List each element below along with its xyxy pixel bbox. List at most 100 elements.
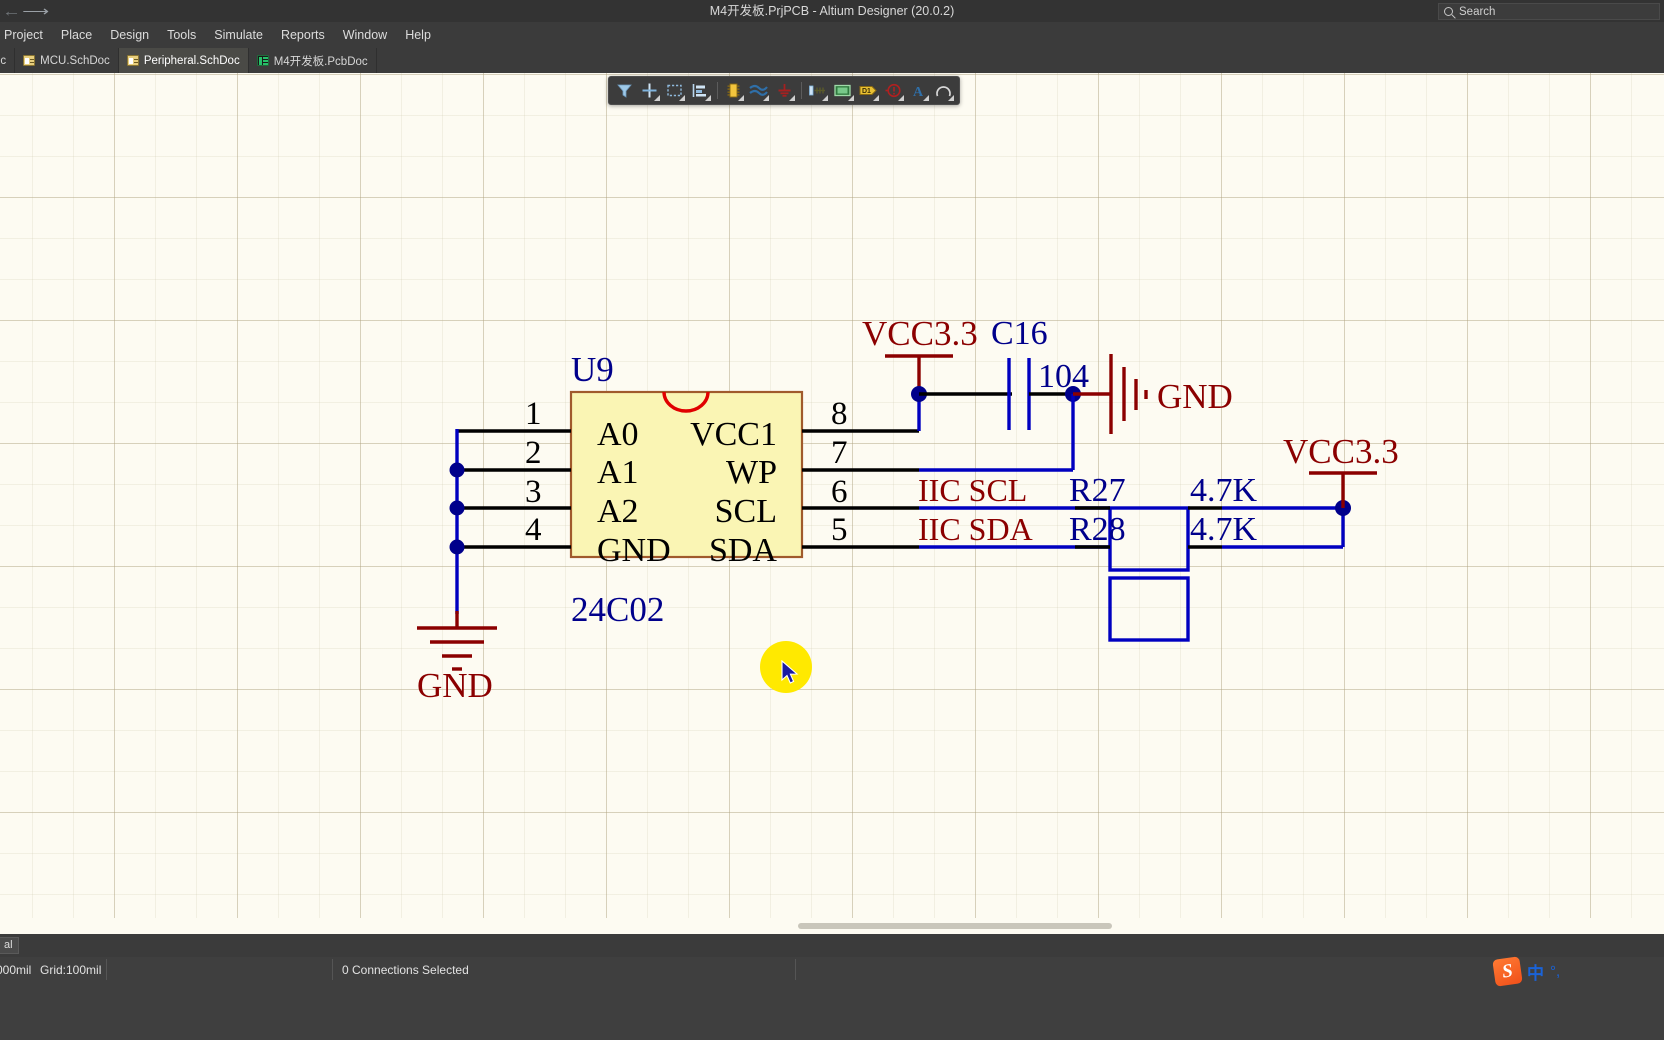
menu-item-reports[interactable]: Reports [272,25,334,45]
toolbar-separator [797,78,806,103]
vcc33-left-label[interactable]: VCC3.3 [862,314,978,353]
junction-dot [449,539,465,555]
u9-pin-number-1: 1 [525,396,542,432]
document-tab-label: Peripheral.SchDoc [143,54,240,67]
area-select-tool-button[interactable] [662,78,687,103]
u9-comment[interactable]: 24C02 [571,590,664,629]
menu-item-project[interactable]: Project [0,25,52,45]
u9-pin-name-vcc1: VCC1 [690,416,777,453]
place-bus-tool-button[interactable] [746,78,771,103]
r27-designator[interactable]: R27 [1069,472,1126,509]
place-gnd-tool-button[interactable] [771,78,796,103]
sheet-symbol-icon [834,84,852,97]
junction-dot [449,500,465,516]
place-wire-tool-button[interactable] [637,78,662,103]
no-erc-tool-button[interactable] [881,78,906,103]
u9-pin-name-a0: A0 [597,416,639,453]
filter-tool-button[interactable] [612,78,637,103]
place-text-tool-button[interactable]: A [906,78,931,103]
title-bar-nav: ← ⟶ [0,0,60,22]
ime-language[interactable]: 中 [1527,959,1544,984]
u9-pin-name-a1: A1 [597,454,639,491]
pcb-doc-icon [256,55,269,66]
ime-punctuation-mode[interactable]: °, [1550,963,1560,980]
u9-pin-number-4: 4 [525,512,542,548]
menu-label: Design [110,28,150,42]
schematic-canvas[interactable]: .wb { stroke:#000; stroke-width:3.4; str… [0,73,1664,918]
u9-pin-name-sda: SDA [709,532,777,569]
window-title: M4开发板.PrjPCB - Altium Designer (20.0.2) [709,4,955,18]
net-label-iic-sda[interactable]: IIC SDA [918,511,1033,547]
search-icon [1444,7,1453,16]
status-divider [795,959,796,980]
u9-pin-number-8: 8 [831,396,848,432]
document-tab-label: oc [0,54,7,67]
menu-label: Simulate [214,28,263,42]
forward-arrow-icon[interactable]: ⟶ [22,4,49,19]
u9-pin-number-7: 7 [831,435,848,471]
schematic-floating-toolbar: D1 A [608,76,960,105]
menu-item-help[interactable]: Help [396,25,440,45]
funnel-icon [617,84,632,98]
document-tab-pcbdoc[interactable]: M4开发板.PcbDoc [249,48,377,73]
menu-bar: Project Place Design Tools Simulate Repo… [0,22,1664,48]
document-tab-mcu-schdoc[interactable]: MCU.SchDoc [15,48,119,73]
svg-text:A: A [913,85,924,99]
search-input[interactable]: Search [1438,3,1660,20]
c16-value[interactable]: 104 [1038,358,1089,395]
ime-indicator[interactable]: S 中 °, [1492,955,1560,987]
u9-pin-number-5: 5 [831,512,848,548]
horizontal-scrollbar-thumb[interactable] [798,923,1112,929]
u9-designator[interactable]: U9 [571,350,614,389]
r28-value[interactable]: 4.7K [1190,511,1258,548]
r28-body[interactable] [1108,576,1190,642]
menu-item-design[interactable]: Design [101,25,158,45]
panel-bar: al [0,934,1664,957]
cross-wire-icon [642,83,657,98]
status-coordinate: 000mil [0,963,32,977]
panel-tab-clipped[interactable]: al [0,937,19,954]
menu-label: Project [4,28,43,42]
status-divider [106,959,107,980]
sogou-logo-icon[interactable]: S [1492,955,1523,987]
u9-pin-name-scl: SCL [715,493,777,530]
r28-designator[interactable]: R28 [1069,511,1126,548]
place-arc-tool-button[interactable] [931,78,956,103]
junction-dot [449,462,465,478]
align-tool-button[interactable] [687,78,712,103]
menu-label: Place [60,28,93,42]
r27-value[interactable]: 4.7K [1190,472,1258,509]
menu-item-tools[interactable]: Tools [158,25,205,45]
u9-pin-number-2: 2 [525,435,542,471]
menu-label: Reports [280,28,325,42]
menu-label: Help [405,28,431,42]
u9-pin-number-3: 3 [525,474,542,510]
align-left-icon [693,84,707,97]
title-bar: ← ⟶ M4开发板.PrjPCB - Altium Designer (20.0… [0,0,1664,22]
menu-item-place[interactable]: Place [52,25,101,45]
menu-item-simulate[interactable]: Simulate [205,25,272,45]
place-sheet-symbol-tool-button[interactable] [830,78,855,103]
u9-pin-number-6: 6 [831,474,848,510]
menu-label: Window [342,28,388,42]
status-bar: 000mil Grid:100mil 0 Connections Selecte… [0,957,1664,1040]
place-net-label-tool-button[interactable]: D1 [856,78,881,103]
u9-pin-name-wp: WP [726,454,777,491]
gnd-cap-label[interactable]: GND [1157,377,1233,416]
vcc33-right-label[interactable]: VCC3.3 [1283,432,1399,471]
place-part-tool-button[interactable] [721,78,746,103]
no-erc-icon [885,83,901,98]
gnd-bottom-label[interactable]: GND [417,666,493,705]
back-arrow-icon[interactable]: ← [2,4,21,19]
net-label-iic-scl[interactable]: IIC SCL [918,472,1027,508]
document-tab-clipped[interactable]: oc [0,48,16,73]
c16-designator[interactable]: C16 [991,315,1048,352]
document-tab-label: MCU.SchDoc [40,54,110,67]
document-tab-peripheral-schdoc[interactable]: Peripheral.SchDoc [118,48,249,73]
bus-lines-icon [749,84,769,96]
schematic-drawing: .wb { stroke:#000; stroke-width:3.4; str… [417,314,1399,705]
u9-pin-name-a2: A2 [597,493,639,530]
place-port-tool-button[interactable] [805,78,830,103]
dashed-rectangle-icon [667,84,683,97]
menu-item-window[interactable]: Window [334,25,396,45]
